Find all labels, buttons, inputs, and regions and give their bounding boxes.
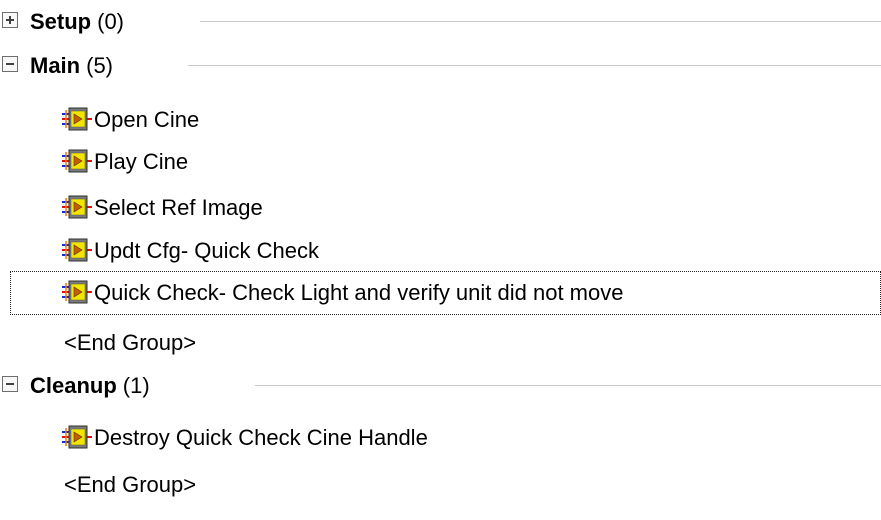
group-row-main[interactable]: Main (5) [0,44,881,88]
step-row-play-cine[interactable]: Play Cine [0,140,881,184]
sequence-tree[interactable]: Setup (0) Main (5) Open Cine Play Cine S… [0,0,881,520]
group-row-cleanup[interactable]: Cleanup (1) [0,364,881,408]
group-name: Main [30,53,81,78]
step-row-open-cine[interactable]: Open Cine [0,98,881,142]
group-name: Setup [30,9,92,34]
group-divider [255,385,881,386]
group-label: Setup (0) [30,0,133,44]
vi-step-icon [62,149,92,173]
step-label: Play Cine [94,149,189,174]
step-row-quick-check-selected[interactable]: Quick Check- Check Light and verify unit… [10,271,881,315]
collapse-icon[interactable] [2,376,18,392]
step-label: Open Cine [94,107,200,132]
vi-step-icon [62,280,92,304]
group-divider [200,21,881,22]
group-count: (1) [122,373,150,398]
vi-step-icon [62,425,92,449]
group-label: Cleanup (1) [30,364,158,408]
group-name: Cleanup [30,373,117,398]
collapse-icon[interactable] [2,56,18,72]
group-label: Main (5) [30,44,122,88]
group-row-setup[interactable]: Setup (0) [0,0,881,44]
group-count: (5) [86,53,114,78]
step-label: Select Ref Image [94,195,263,220]
vi-step-icon [62,107,92,131]
step-label: Updt Cfg- Quick Check [94,238,319,263]
expand-icon[interactable] [2,12,18,28]
end-group-row[interactable]: <End Group> [0,463,881,507]
vi-step-icon [62,238,92,262]
step-label: Destroy Quick Check Cine Handle [94,425,428,450]
step-row-destroy-handle[interactable]: Destroy Quick Check Cine Handle [0,416,881,460]
group-count: (0) [97,9,125,34]
step-row-updt-cfg-quick-check[interactable]: Updt Cfg- Quick Check [0,229,881,273]
step-label: Quick Check- Check Light and verify unit… [94,280,624,305]
vi-step-icon [62,195,92,219]
group-divider [188,65,881,66]
step-row-select-ref-image[interactable]: Select Ref Image [0,186,881,230]
end-group-label: <End Group> [64,472,197,497]
end-group-label: <End Group> [64,330,197,355]
end-group-row[interactable]: <End Group> [0,321,881,365]
